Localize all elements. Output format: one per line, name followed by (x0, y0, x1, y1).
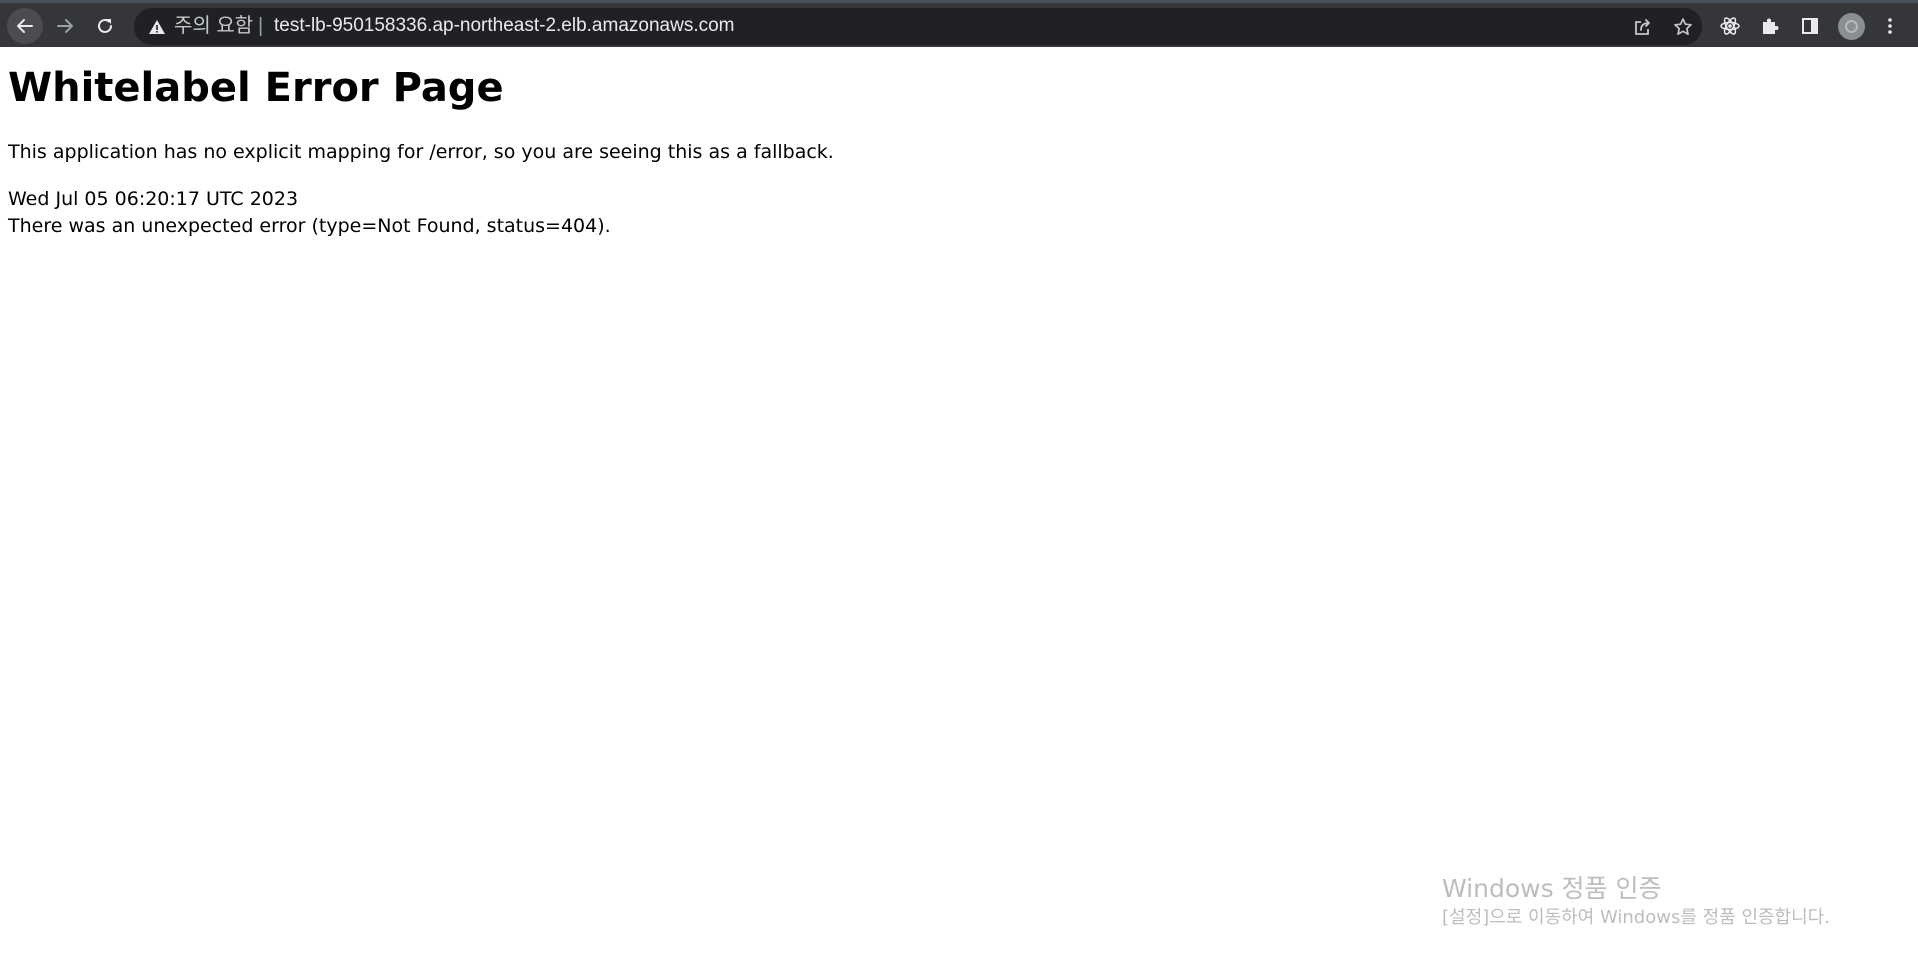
page-title: Whitelabel Error Page (8, 65, 504, 111)
address-bar[interactable]: 주의 요함 | test-lb-950158336.ap-northeast-2… (134, 8, 1702, 45)
side-panel-button[interactable] (1792, 8, 1828, 44)
arrow-right-icon (57, 19, 73, 33)
kebab-menu-icon (1888, 18, 1892, 34)
react-devtools-extension[interactable] (1712, 8, 1748, 44)
reload-icon (98, 18, 112, 33)
chrome-menu-button[interactable] (1872, 8, 1908, 44)
react-atom-icon (1720, 17, 1740, 35)
arrow-left-icon (17, 19, 33, 33)
share-button[interactable] (1630, 14, 1656, 40)
side-panel-icon (1802, 18, 1818, 34)
warning-triangle-icon[interactable] (148, 18, 166, 36)
reload-button[interactable] (87, 8, 123, 44)
profile-icon (1845, 20, 1858, 33)
back-button[interactable] (7, 8, 43, 44)
error-description: This application has no explicit mapping… (8, 141, 834, 163)
watermark-title: Windows 정품 인증 (1442, 874, 1662, 903)
forward-button[interactable] (47, 8, 83, 44)
security-status-label[interactable]: 주의 요함 (174, 15, 253, 37)
address-separator: | (258, 15, 264, 37)
bookmark-button[interactable] (1670, 14, 1696, 40)
profile-avatar[interactable] (1838, 13, 1865, 40)
error-timestamp: Wed Jul 05 06:20:17 UTC 2023 (8, 188, 299, 210)
share-icon (1635, 19, 1650, 35)
star-icon (1674, 18, 1692, 36)
windows-activation-watermark: Windows 정품 인증 [설정]으로 이동하여 Windows를 정품 인증… (1442, 872, 1830, 930)
url-text[interactable]: test-lb-950158336.ap-northeast-2.elb.ama… (274, 15, 735, 37)
extensions-button[interactable] (1752, 8, 1788, 44)
browser-toolbar: 주의 요함 | test-lb-950158336.ap-northeast-2… (0, 0, 1918, 47)
watermark-subtitle: [설정]으로 이동하여 Windows를 정품 인증합니다. (1442, 907, 1830, 928)
puzzle-piece-icon (1763, 18, 1779, 34)
error-message: There was an unexpected error (type=Not … (8, 215, 611, 237)
